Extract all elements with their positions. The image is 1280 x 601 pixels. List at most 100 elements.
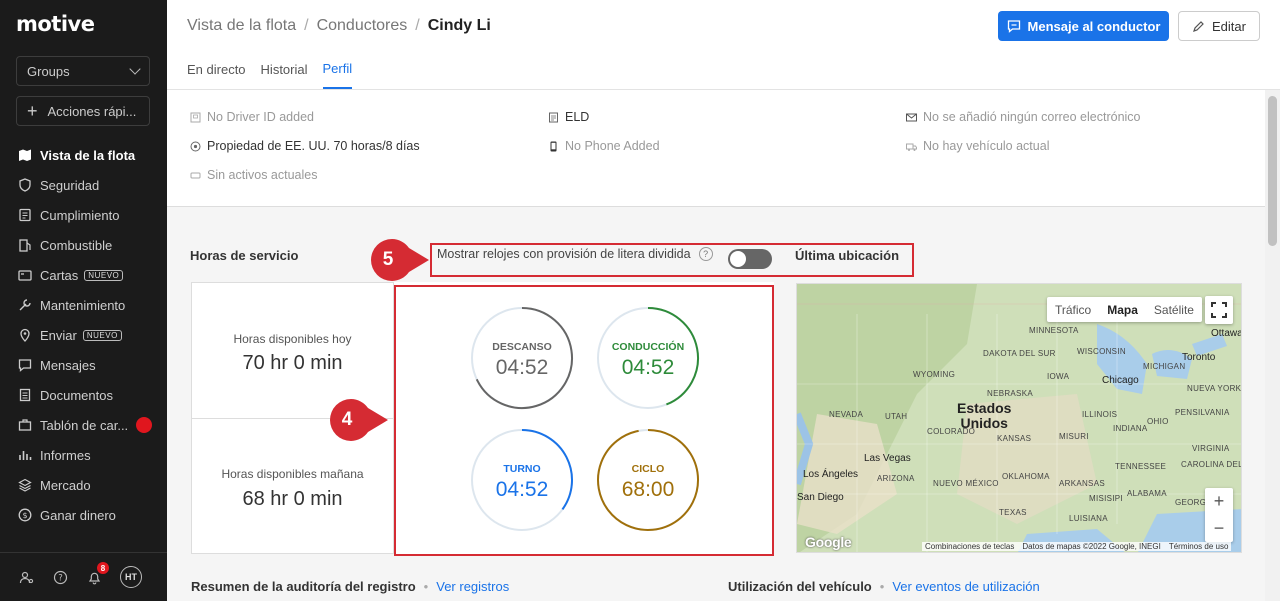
sidebar-item-safety[interactable]: Seguridad	[0, 170, 167, 200]
ruleset-text: Propiedad de EE. UU. 70 horas/8 días	[207, 139, 420, 153]
scrollbar-thumb[interactable]	[1268, 96, 1277, 246]
available-today-label: Horas disponibles hoy	[233, 332, 352, 346]
sidebar-item-label: Mantenimiento	[40, 297, 126, 313]
breadcrumb: Vista de la flota / Conductores / Cindy …	[187, 17, 491, 35]
sidebar-item-cards[interactable]: Cartas NUEVO	[0, 260, 167, 290]
vehicle-text: No hay vehículo actual	[923, 139, 1050, 153]
driver-id-text: No Driver ID added	[207, 110, 314, 124]
eld-text: ELD	[565, 110, 590, 124]
pencil-icon	[1193, 20, 1204, 32]
map-region-label: PENSILVANIA	[1175, 408, 1230, 417]
last-location-map[interactable]: Estados Unidos Ottawa Toronto Chicago Las…	[796, 283, 1242, 553]
map-region-label: NUEVO MÉXICO	[933, 479, 999, 488]
fullscreen-button[interactable]	[1205, 296, 1233, 324]
satellite-button[interactable]: Satélite	[1146, 297, 1202, 322]
highlight-box-4	[394, 285, 774, 556]
edit-label: Editar	[1212, 18, 1246, 34]
vehicle-usage-title: Utilización del vehículo	[728, 579, 872, 594]
sidebar-item-fleet-view[interactable]: Vista de la flota	[0, 140, 167, 170]
scrollbar[interactable]	[1265, 90, 1280, 601]
driver-id-info: No Driver ID added	[190, 110, 314, 124]
sidebar-item-label: Combustible	[40, 237, 113, 253]
map-region-label: INDIANA	[1113, 424, 1148, 433]
profile-tabs: En directo Historial Perfil	[187, 57, 353, 89]
audit-summary-title: Resumen de la auditoría del registro	[191, 579, 416, 594]
document-icon	[18, 388, 32, 402]
sidebar-item-label: Vista de la flota	[40, 147, 136, 163]
tab-history[interactable]: Historial	[261, 57, 308, 89]
traffic-button[interactable]: Tráfico	[1047, 297, 1099, 322]
new-badge: NUEVO	[82, 329, 122, 341]
sidebar-item-label: Ganar dinero	[40, 507, 116, 523]
users-settings-icon[interactable]	[18, 569, 34, 585]
view-usage-events-link[interactable]: Ver eventos de utilización	[892, 579, 1039, 594]
sidebar-item-compliance[interactable]: Cumplimiento	[0, 200, 167, 230]
sidebar-item-fuel[interactable]: Combustible	[0, 230, 167, 260]
message-driver-label: Mensaje al conductor	[1027, 18, 1161, 34]
map-region-label: WISCONSIN	[1077, 347, 1126, 356]
sidebar-item-load-board[interactable]: Tablón de car...	[0, 410, 167, 440]
eld-icon	[548, 112, 559, 123]
help-icon[interactable]: ?	[52, 569, 68, 585]
sidebar-item-documents[interactable]: Documentos	[0, 380, 167, 410]
hos-title: Horas de servicio	[190, 248, 299, 263]
map-region-label: COLORADO	[927, 427, 976, 436]
phone-info: No Phone Added	[548, 139, 660, 153]
map-region-label: MICHIGAN	[1143, 362, 1186, 371]
sidebar-item-earn-money[interactable]: $ Ganar dinero	[0, 500, 167, 530]
avatar[interactable]: HT	[120, 566, 142, 588]
breadcrumb-drivers[interactable]: Conductores	[317, 17, 408, 35]
tab-profile[interactable]: Perfil	[322, 57, 353, 89]
terms-link[interactable]: Términos de uso	[1169, 542, 1229, 551]
sidebar-item-dispatch[interactable]: Enviar NUEVO	[0, 320, 167, 350]
assets-text: Sin activos actuales	[207, 168, 318, 182]
map-city-label: San Diego	[797, 492, 844, 503]
map-region-label: CAROLINA DEL NORTE	[1181, 460, 1242, 469]
sidebar-item-marketplace[interactable]: Mercado	[0, 470, 167, 500]
bell-icon[interactable]: 8	[86, 562, 109, 585]
map-button[interactable]: Mapa	[1099, 297, 1146, 322]
eld-info: ELD	[548, 110, 589, 124]
available-tomorrow-value: 68 hr 0 min	[242, 488, 343, 510]
svg-text:?: ?	[58, 573, 63, 583]
edit-button[interactable]: Editar	[1178, 11, 1260, 41]
sidebar-item-label: Cumplimiento	[40, 207, 120, 223]
quick-actions-button[interactable]: + Acciones rápi...	[16, 96, 150, 126]
shield-icon	[18, 178, 32, 192]
sidebar-item-label: Mensajes	[40, 357, 96, 373]
message-driver-button[interactable]: Mensaje al conductor	[998, 11, 1169, 41]
map-icon	[18, 148, 32, 162]
sidebar-footer: ? 8 HT	[0, 552, 167, 601]
sidebar-item-maintenance[interactable]: Mantenimiento	[0, 290, 167, 320]
location-pin-icon	[18, 328, 32, 342]
map-city-label: Chicago	[1102, 375, 1139, 386]
callout-4-number: 4	[341, 409, 353, 430]
motive-logo[interactable]: motive	[16, 12, 95, 36]
quick-actions-label: Acciones rápi...	[47, 103, 137, 119]
map-region-label: ARIZONA	[877, 474, 915, 483]
view-logs-link[interactable]: Ver registros	[436, 579, 509, 594]
keyboard-shortcuts-link[interactable]: Combinaciones de teclas	[925, 542, 1014, 551]
wrench-icon	[18, 298, 32, 312]
mail-icon	[906, 112, 917, 123]
sidebar-item-label: Mercado	[40, 477, 91, 493]
map-region-label: OKLAHOMA	[1002, 472, 1050, 481]
sidebar-item-reports[interactable]: Informes	[0, 440, 167, 470]
map-region-label: IOWA	[1047, 372, 1070, 381]
chat-icon	[18, 358, 32, 372]
svg-text:$: $	[22, 511, 27, 520]
sidebar-item-label: Seguridad	[40, 177, 100, 193]
breadcrumb-fleet-view[interactable]: Vista de la flota	[187, 17, 296, 35]
zoom-in-button[interactable]: +	[1214, 491, 1225, 512]
page-title: Cindy Li	[427, 17, 491, 34]
zoom-out-button[interactable]: −	[1214, 518, 1225, 539]
fuel-icon	[18, 238, 32, 252]
groups-dropdown[interactable]: Groups	[16, 56, 150, 86]
sidebar-item-messages[interactable]: Mensajes	[0, 350, 167, 380]
available-today-value: 70 hr 0 min	[242, 352, 343, 374]
map-region-label: ARKANSAS	[1059, 479, 1105, 488]
tab-live[interactable]: En directo	[187, 57, 246, 89]
map-region-label: TENNESSEE	[1115, 462, 1167, 471]
map-region-label: NUEVA YORK	[1187, 384, 1242, 393]
map-region-label: ILLINOIS	[1082, 410, 1118, 419]
